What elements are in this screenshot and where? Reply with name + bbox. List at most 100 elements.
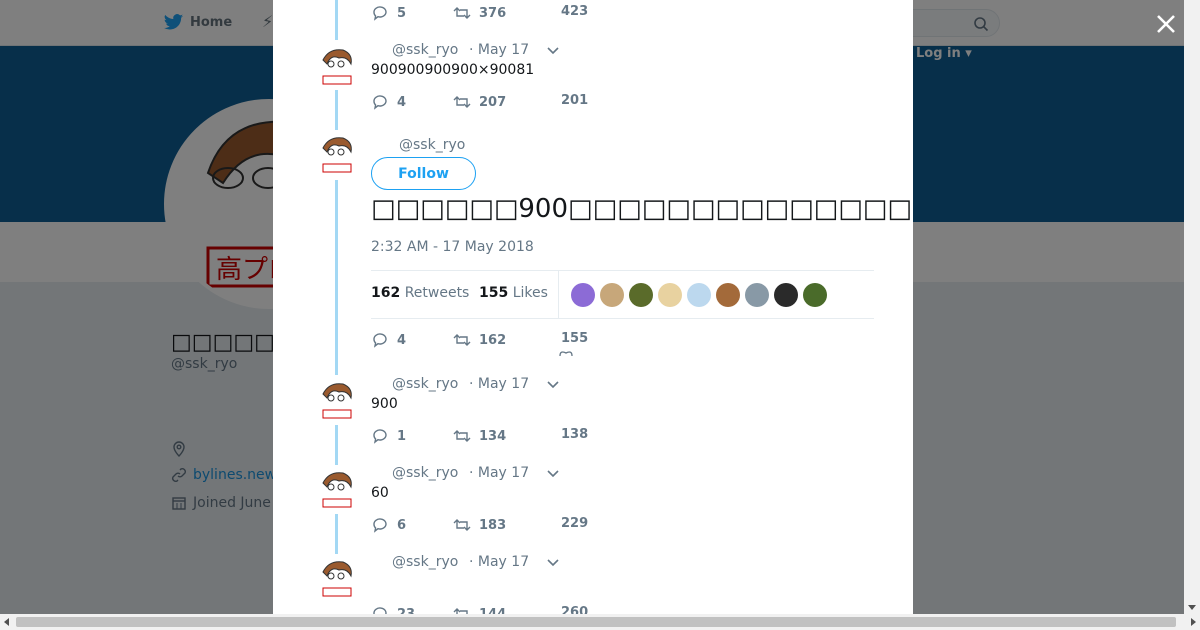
follow-button[interactable]: Follow xyxy=(371,157,476,190)
scrollbar-thumb[interactable] xyxy=(16,617,1176,627)
retweet-icon xyxy=(453,608,468,614)
tweet-date[interactable]: · May 17 xyxy=(469,42,529,58)
thread-line xyxy=(335,0,338,40)
main-tweet-handle[interactable]: @ssk_ryo xyxy=(399,137,465,153)
chevron-down-icon[interactable] xyxy=(547,470,559,478)
author-avatar[interactable] xyxy=(317,46,357,86)
liker-avatar[interactable] xyxy=(629,283,653,307)
liker-avatar[interactable] xyxy=(658,283,682,307)
horizontal-scrollbar[interactable] xyxy=(0,614,1200,630)
author-avatar[interactable] xyxy=(317,558,357,598)
tweet-stats: 162 Retweets 155 Likes xyxy=(371,270,874,319)
retweet-count: 376 xyxy=(479,5,507,21)
tweet-date[interactable]: · May 17 xyxy=(469,376,529,392)
chevron-down-icon[interactable] xyxy=(547,381,559,389)
tweet-author-handle[interactable]: @ssk_ryo xyxy=(392,554,458,570)
stats-divider xyxy=(558,271,559,318)
author-avatar[interactable] xyxy=(317,134,357,174)
retweet-button[interactable]: 183 xyxy=(453,516,506,534)
reply-count: 1 xyxy=(397,428,407,444)
liker-avatars xyxy=(571,283,827,307)
like-count: 423 xyxy=(561,4,589,19)
reply-count: 5 xyxy=(397,5,407,21)
retweet-count: 162 xyxy=(479,332,507,348)
liker-avatar[interactable] xyxy=(600,283,624,307)
retweet-icon xyxy=(453,334,471,346)
reply-button[interactable]: 1 xyxy=(371,427,406,445)
retweet-count: 207 xyxy=(479,94,507,110)
retweet-icon xyxy=(453,7,471,19)
tweet-actions: 5 376 423 xyxy=(371,4,611,28)
thread-line xyxy=(335,514,338,554)
liker-avatar[interactable] xyxy=(716,283,740,307)
like-stat-count: 155 xyxy=(479,285,509,301)
tweet-actions: 1 134 138 xyxy=(371,427,611,451)
retweet-button[interactable]: 376 xyxy=(453,4,506,22)
reply-count: 6 xyxy=(397,517,407,533)
chevron-down-icon[interactable] xyxy=(547,559,559,567)
reply-count: 4 xyxy=(397,94,407,110)
reply-button[interactable]: 4 xyxy=(371,93,406,111)
like-button[interactable]: 201 xyxy=(561,93,588,108)
like-count: 138 xyxy=(561,427,589,442)
reply-icon xyxy=(373,518,387,533)
liker-avatar[interactable] xyxy=(687,283,711,307)
retweet-count: 183 xyxy=(479,517,507,533)
liker-avatar[interactable] xyxy=(745,283,769,307)
thread-line xyxy=(335,425,338,465)
liker-avatar[interactable] xyxy=(803,283,827,307)
author-avatar[interactable] xyxy=(317,380,357,420)
scroll-left-arrow-icon[interactable] xyxy=(4,618,9,626)
tweet-actions: 4 207 201 xyxy=(371,93,611,117)
author-avatar[interactable] xyxy=(317,469,357,509)
scroll-down-arrow-icon[interactable] xyxy=(1188,605,1196,610)
retweet-icon xyxy=(453,519,471,531)
main-tweet-text: □□□□□□900□□□□□□□□□□□□□□□□□□□900□□□□□□□□□… xyxy=(371,194,913,224)
reply-count: 23 xyxy=(397,606,416,615)
reply-button[interactable]: 4 xyxy=(371,331,406,349)
like-button[interactable]: 260 xyxy=(561,605,588,614)
close-icon[interactable] xyxy=(1152,10,1180,38)
retweet-button[interactable]: 134 xyxy=(453,427,506,445)
scroll-right-arrow-icon[interactable] xyxy=(1191,618,1196,626)
tweet-modal: 5 376 423 @ssk_ryo · May 17 900900900900… xyxy=(273,0,913,614)
main-tweet-timestamp[interactable]: 2:32 AM - 17 May 2018 xyxy=(371,239,534,255)
like-stat[interactable]: 155 Likes xyxy=(479,285,548,301)
like-button[interactable]: 155 xyxy=(561,331,588,346)
retweet-count: 134 xyxy=(479,428,507,444)
reply-icon xyxy=(373,429,387,444)
reply-button[interactable]: 6 xyxy=(371,516,406,534)
retweet-stat-count: 162 xyxy=(371,285,401,301)
reply-icon xyxy=(373,6,387,21)
retweet-button[interactable]: 144 xyxy=(453,605,506,614)
reply-icon xyxy=(373,333,387,348)
tweet-date[interactable]: · May 17 xyxy=(469,465,529,481)
tweet-author-handle[interactable]: @ssk_ryo xyxy=(392,376,458,392)
like-count: 229 xyxy=(561,516,589,531)
tweet-date[interactable]: · May 17 xyxy=(469,554,529,570)
tweet-actions: 23 144 260 xyxy=(371,605,611,614)
liker-avatar[interactable] xyxy=(571,283,595,307)
like-count: 260 xyxy=(561,605,589,614)
retweet-button[interactable]: 207 xyxy=(453,93,506,111)
heart-icon[interactable] xyxy=(559,349,573,357)
like-button[interactable]: 229 xyxy=(561,516,588,531)
tweet-author-handle[interactable]: @ssk_ryo xyxy=(392,42,458,58)
retweet-button[interactable]: 162 xyxy=(453,331,506,349)
retweet-stat[interactable]: 162 Retweets xyxy=(371,285,469,301)
like-stat-label: Likes xyxy=(512,285,548,301)
retweet-count: 144 xyxy=(479,606,507,615)
reply-icon xyxy=(373,607,387,614)
like-button[interactable]: 423 xyxy=(561,4,588,19)
reply-button[interactable]: 5 xyxy=(371,4,406,22)
tweet-author-handle[interactable]: @ssk_ryo xyxy=(392,465,458,481)
like-button[interactable]: 138 xyxy=(561,427,588,442)
tweet-actions: 6 183 229 xyxy=(371,516,611,540)
chevron-down-icon[interactable] xyxy=(547,47,559,55)
tweet-actions: 4 162 155 xyxy=(371,331,611,357)
reply-button[interactable]: 23 xyxy=(371,605,415,614)
liker-avatar[interactable] xyxy=(774,283,798,307)
vertical-scrollbar[interactable] xyxy=(1184,0,1200,614)
retweet-icon xyxy=(453,430,471,442)
retweet-icon xyxy=(453,96,471,108)
